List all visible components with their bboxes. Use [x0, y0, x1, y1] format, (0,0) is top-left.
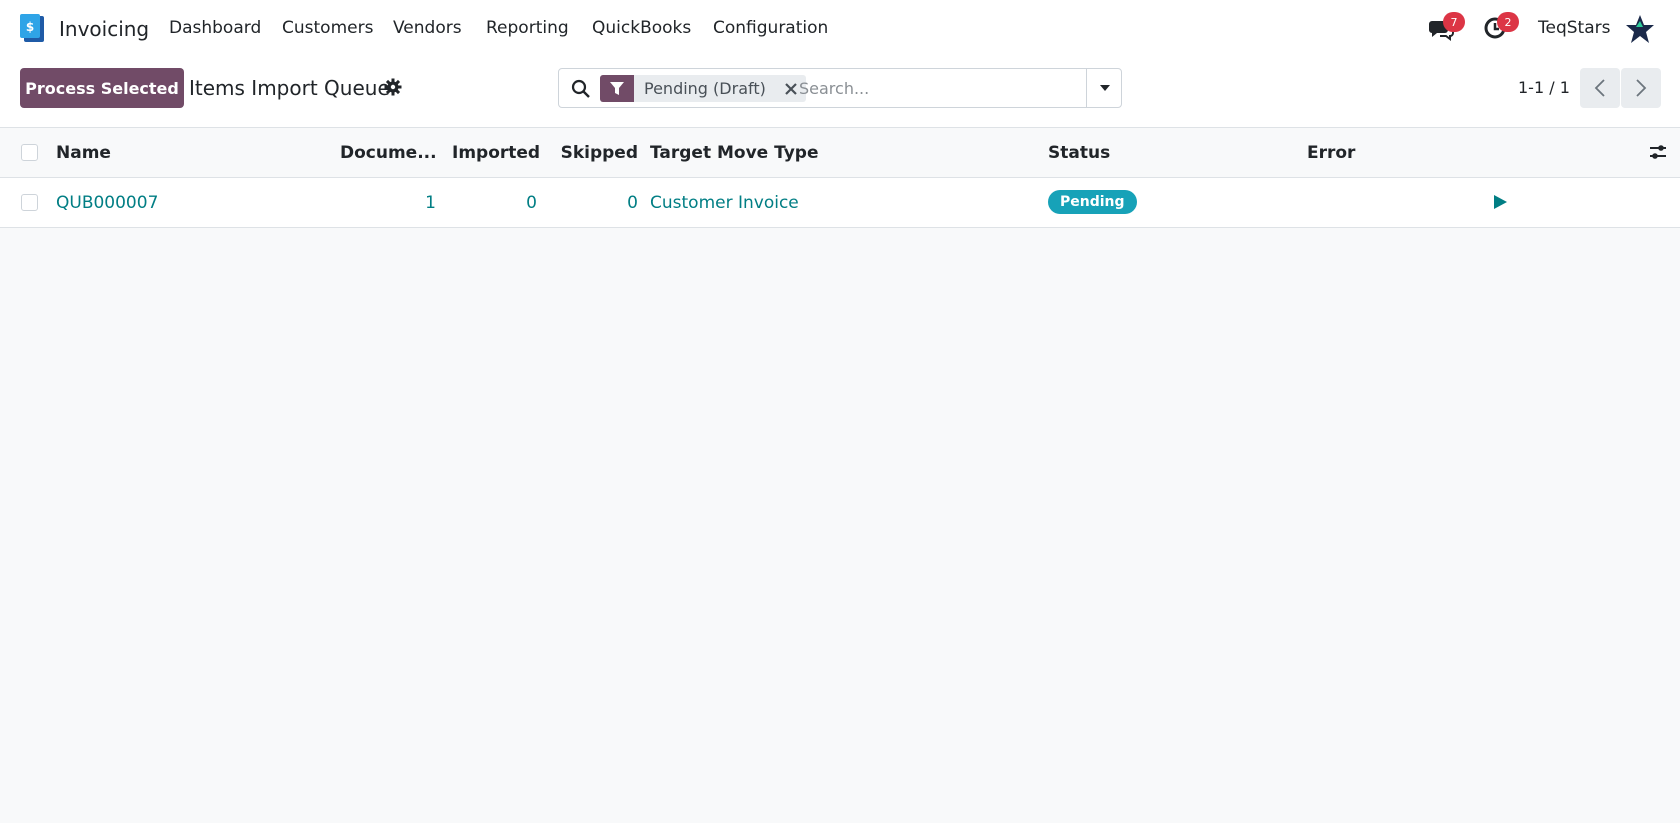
pager-previous-button[interactable] — [1580, 68, 1620, 108]
column-header-name[interactable]: Name — [56, 143, 111, 163]
control-panel: Process Selected Items Import Queue Pend… — [0, 56, 1680, 128]
column-header-imported[interactable]: Imported — [452, 143, 540, 163]
pager-value[interactable]: 1-1 / 1 — [1518, 78, 1570, 97]
menu-customers[interactable]: Customers — [282, 18, 373, 38]
list-header: Name Docume... Imported Skipped Target M… — [0, 128, 1680, 178]
facet-label: Pending (Draft) — [644, 79, 766, 98]
search-facet: Pending (Draft) — [600, 75, 806, 102]
top-navbar: $ Invoicing Dashboard Customers Vendors … — [0, 0, 1680, 56]
column-header-skipped[interactable]: Skipped — [560, 143, 638, 163]
messages-count-badge: 7 — [1443, 12, 1465, 32]
menu-quickbooks[interactable]: QuickBooks — [592, 18, 691, 38]
column-header-error[interactable]: Error — [1307, 143, 1355, 163]
filter-icon — [600, 75, 634, 102]
page-title: Items Import Queue — [189, 76, 390, 100]
menu-configuration[interactable]: Configuration — [713, 18, 828, 38]
table-row[interactable]: QUB000007 1 0 0 Customer Invoice Pending — [0, 178, 1680, 228]
menu-vendors[interactable]: Vendors — [393, 18, 462, 38]
optional-columns-icon[interactable] — [1648, 142, 1668, 162]
invoicing-app-icon[interactable]: $ — [18, 14, 46, 44]
column-header-status[interactable]: Status — [1048, 143, 1110, 163]
play-icon[interactable] — [1491, 193, 1509, 211]
cell-documents[interactable]: 1 — [340, 193, 436, 213]
row-checkbox[interactable] — [21, 194, 38, 211]
search-bar: Pending (Draft) — [558, 68, 1122, 108]
process-selected-button[interactable]: Process Selected — [20, 68, 184, 108]
select-all-checkbox[interactable] — [21, 144, 38, 161]
caret-down-icon — [1099, 85, 1110, 91]
chevron-right-icon — [1636, 79, 1647, 97]
app-name[interactable]: Invoicing — [59, 17, 149, 41]
user-avatar[interactable] — [1624, 13, 1656, 45]
activities-count-badge: 2 — [1497, 12, 1519, 32]
cell-target-move-type[interactable]: Customer Invoice — [650, 193, 799, 213]
search-options-toggle[interactable] — [1086, 69, 1122, 107]
svg-text:$: $ — [26, 20, 34, 34]
search-input[interactable] — [799, 75, 1079, 102]
column-header-documents[interactable]: Docume... — [340, 143, 437, 163]
company-switcher[interactable]: TeqStars — [1538, 18, 1610, 38]
pager-next-button[interactable] — [1621, 68, 1661, 108]
gear-icon[interactable] — [384, 78, 402, 96]
cell-name[interactable]: QUB000007 — [56, 193, 158, 213]
chevron-left-icon — [1594, 79, 1605, 97]
menu-dashboard[interactable]: Dashboard — [169, 18, 261, 38]
menu-reporting[interactable]: Reporting — [486, 18, 569, 38]
cell-imported[interactable]: 0 — [452, 193, 537, 213]
search-icon[interactable] — [571, 79, 591, 99]
status-badge: Pending — [1048, 190, 1137, 214]
column-header-target-move-type[interactable]: Target Move Type — [650, 143, 819, 163]
cell-skipped[interactable]: 0 — [560, 193, 638, 213]
